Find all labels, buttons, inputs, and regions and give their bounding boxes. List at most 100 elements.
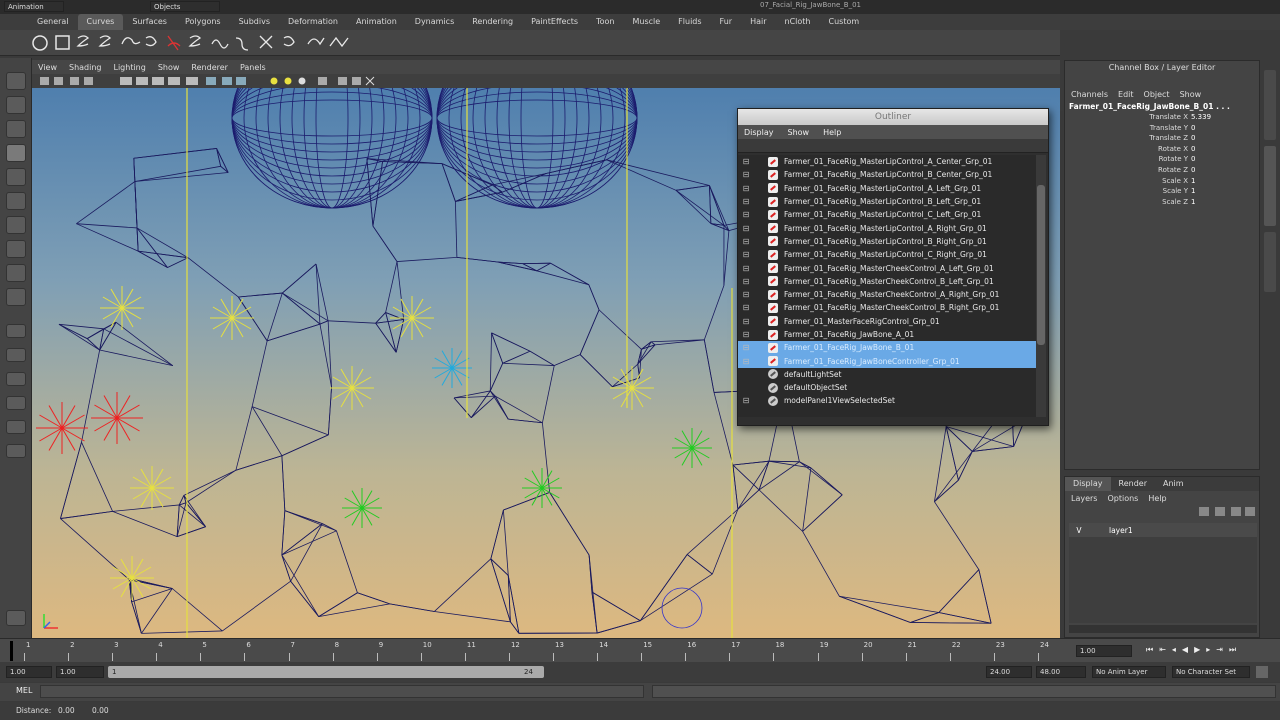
shelf-tab-polygons[interactable]: Polygons [176,14,230,30]
expand-toggle-icon[interactable]: ⊟ [738,317,754,326]
animation-end-field[interactable]: 48.00 [1036,666,1086,678]
outliner-row[interactable]: ⊟ Farmer_01_FaceRig_MasterLipControl_C_Le… [738,208,1036,221]
layer-tab-display[interactable]: Display [1065,477,1111,491]
shelf-tab-toon[interactable]: Toon [587,14,623,30]
outliner-row[interactable]: ⊟ Farmer_01_FaceRig_MasterCheekControl_B_… [738,301,1036,314]
shelf-tab-surfaces[interactable]: Surfaces [123,14,176,30]
shelf-tab-fluids[interactable]: Fluids [669,14,710,30]
channel-attribute-value[interactable]: 0 [1191,134,1219,145]
range-end-field[interactable]: 24.00 [986,666,1032,678]
shelf-tab-painteffects[interactable]: PaintEffects [522,14,587,30]
channel-attribute-value[interactable]: 0 [1191,166,1219,177]
expand-toggle-icon[interactable]: ⊟ [738,277,754,286]
manipulator-tool-icon[interactable] [6,216,26,234]
layer-name[interactable]: layer1 [1109,526,1133,535]
step-forward-frame-icon[interactable]: ▸ [1206,645,1210,657]
expand-toggle-icon[interactable]: ⊟ [738,224,754,233]
character-set-select[interactable]: No Character Set [1172,666,1250,678]
go-to-start-icon[interactable]: ⏮ [1146,645,1153,657]
viewport-toolbar-icons[interactable] [36,74,396,88]
channel-attribute-value[interactable]: 1 [1191,177,1219,188]
mel-input[interactable] [40,685,644,698]
channel-box-object-name[interactable]: Farmer_01_FaceRig_JawBone_B_01 . . . [1065,101,1259,113]
expand-toggle-icon[interactable]: ⊟ [738,290,754,299]
shelf-tab-animation[interactable]: Animation [347,14,406,30]
expand-toggle-icon[interactable]: ⊟ [738,170,754,179]
layer-menu-help[interactable]: Help [1148,494,1166,503]
expand-toggle-icon[interactable]: ⊟ [738,197,754,206]
outliner-row[interactable]: ⊟ Farmer_01_FaceRig_MasterLipControl_A_Ri… [738,221,1036,234]
current-time-marker[interactable] [10,641,13,661]
viewport-menu-lighting[interactable]: Lighting [113,63,145,72]
viewport-menu-renderer[interactable]: Renderer [191,63,228,72]
expand-toggle-icon[interactable]: ⊟ [738,210,754,219]
step-forward-key-icon[interactable]: ⇥ [1216,645,1223,657]
layer-up-icon[interactable] [1231,507,1241,516]
channel-attribute-row[interactable]: Rotate Z0 [1065,166,1259,177]
shelf-tab-dynamics[interactable]: Dynamics [406,14,463,30]
shelf-tab-hair[interactable]: Hair [741,14,775,30]
layout-graph-icon[interactable] [6,420,26,434]
range-start-field[interactable]: 1.00 [56,666,104,678]
shelf-tab-curves[interactable]: Curves [77,14,124,30]
curve-tool-icons[interactable] [8,30,368,56]
selection-mode-select[interactable]: Objects [150,1,220,12]
new-layer-icon[interactable] [1199,507,1209,516]
channel-attribute-value[interactable]: 0 [1191,124,1219,135]
current-frame-field[interactable]: 1.00 [1076,645,1132,657]
layout-four-icon[interactable] [6,348,26,362]
expand-toggle-icon[interactable]: ⊟ [738,343,754,352]
outliner-window[interactable]: Outliner Display Show Help ⊟ Farmer_01_Face… [737,108,1049,426]
outliner-row[interactable]: defaultObjectSet [738,381,1036,394]
outliner-row[interactable]: ⊟ Farmer_01_FaceRig_MasterCheekControl_A_… [738,288,1036,301]
outliner-scroll-thumb[interactable] [1037,185,1045,345]
channel-attribute-row[interactable]: Translate Z0 [1065,134,1259,145]
shelf-tab-fur[interactable]: Fur [711,14,742,30]
layer-tab-anim[interactable]: Anim [1155,477,1192,491]
channel-attribute-row[interactable]: Rotate Y0 [1065,155,1259,166]
shelf-tab-subdivs[interactable]: Subdivs [230,14,279,30]
outliner-menu-help[interactable]: Help [823,128,841,137]
channel-attribute-value[interactable]: 5.339 [1191,113,1219,124]
lasso-tool-icon[interactable] [6,96,26,114]
channel-box-menu-show[interactable]: Show [1180,90,1202,99]
outliner-row[interactable]: ⊟ Farmer_01_FaceRig_MasterLipControl_A_Ce… [738,155,1036,168]
play-forwards-icon[interactable]: ▶ [1194,645,1200,657]
channel-box-menu-object[interactable]: Object [1144,90,1170,99]
play-backwards-icon[interactable]: ◀ [1182,645,1188,657]
new-layer-selected-icon[interactable] [1215,507,1225,516]
outliner-row[interactable]: ⊟ Farmer_01_FaceRig_JawBoneController_Grp… [738,354,1036,368]
layer-scrollbar[interactable] [1069,625,1257,633]
outliner-row[interactable]: ⊟ Farmer_01_FaceRig_JawBone_B_01 [738,341,1036,355]
move-tool-icon[interactable] [6,144,26,162]
expand-toggle-icon[interactable]: ⊟ [738,357,754,366]
layer-tab-render[interactable]: Render [1111,477,1155,491]
render-view-icon[interactable] [6,610,26,626]
channel-attribute-value[interactable]: 1 [1191,198,1219,209]
expand-toggle-icon[interactable]: ⊟ [738,264,754,273]
channel-attribute-row[interactable]: Scale Y1 [1065,187,1259,198]
shelf-tab-general[interactable]: General [28,14,78,30]
outliner-row[interactable]: ⊟ Farmer_01_FaceRig_MasterLipControl_A_Le… [738,182,1036,195]
select-tool-icon[interactable] [6,72,26,90]
channel-box-menu-channels[interactable]: Channels [1071,90,1108,99]
channel-attribute-row[interactable]: Translate X 5.339 [1065,113,1259,124]
scale-tool-icon[interactable] [6,192,26,210]
expand-toggle-icon[interactable]: ⊟ [738,184,754,193]
layer-row[interactable]: V layer1 [1069,523,1257,537]
shelf-tab-muscle[interactable]: Muscle [623,14,669,30]
step-back-key-icon[interactable]: ⇤ [1159,645,1166,657]
tool-settings-tab[interactable] [1264,232,1276,292]
channel-attribute-value[interactable]: 1 [1191,187,1219,198]
time-slider[interactable]: 1 2 3 4 5 6 7 8 9 10 11 12 13 14 15 16 17 18 19 20 21 22 23 24 … [0,638,1280,662]
menu-set-select[interactable]: Animation [4,1,64,12]
layer-menu-options[interactable]: Options [1107,494,1138,503]
layer-menu-layers[interactable]: Layers [1071,494,1097,503]
expand-toggle-icon[interactable]: ⊟ [738,250,754,259]
channel-attribute-row[interactable]: Scale X1 [1065,177,1259,188]
viewport-menu-view[interactable]: View [38,63,57,72]
animation-start-field[interactable]: 1.00 [6,666,52,678]
expand-toggle-icon[interactable]: ⊟ [738,157,754,166]
expand-toggle-icon[interactable]: ⊟ [738,330,754,339]
soft-mod-tool-icon[interactable] [6,240,26,258]
